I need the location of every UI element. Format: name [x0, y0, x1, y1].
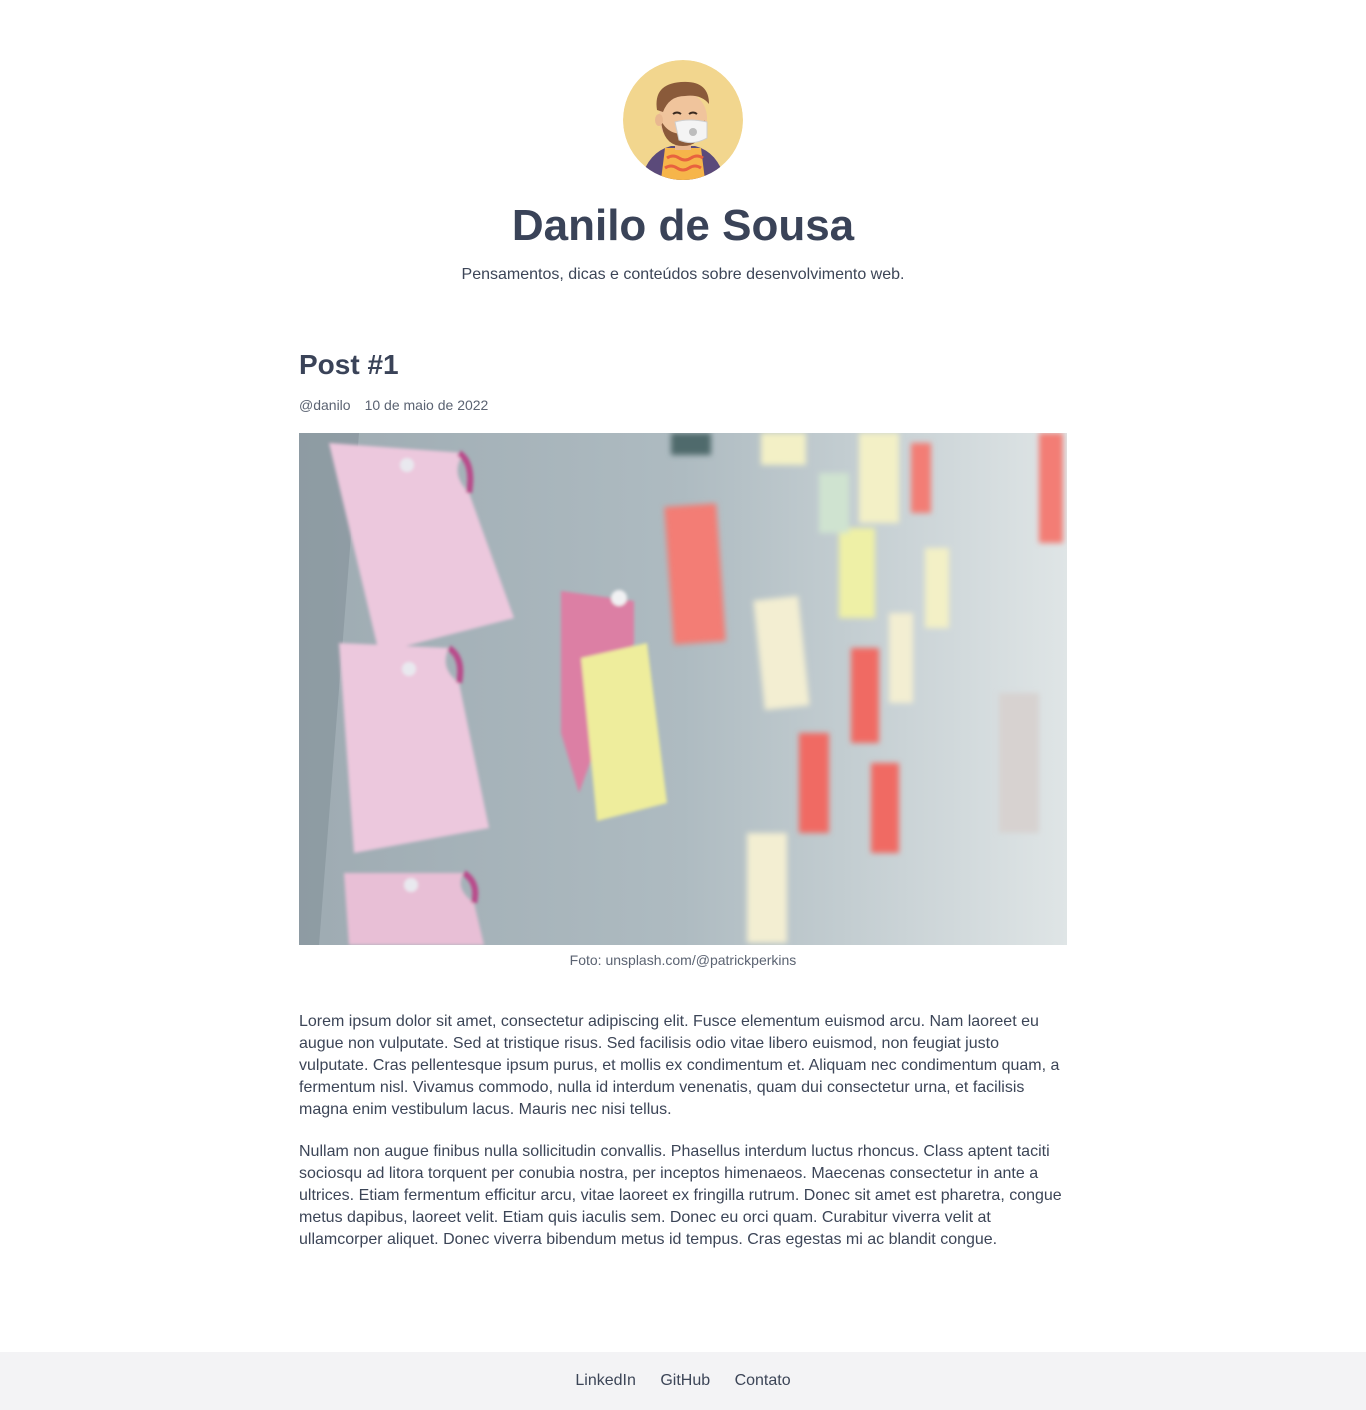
post-paragraph: Lorem ipsum dolor sit amet, consectetur …: [299, 1013, 1060, 1118]
footer-link-github[interactable]: GitHub: [660, 1352, 710, 1410]
site-title: Danilo de Sousa: [511, 201, 855, 250]
post-meta: @danilo 10 de maio de 2022: [299, 396, 1067, 414]
post-author: @danilo: [299, 397, 351, 413]
avatar-illustration: [623, 60, 743, 180]
post-paragraph: Nullam non augue finibus nulla sollicitu…: [299, 1143, 1062, 1248]
post-title: Post #1: [299, 349, 399, 380]
post-content: Lorem ipsum dolor sit amet, consectetur …: [299, 1011, 1067, 1251]
site-subtitle: Pensamentos, dicas e conteúdos sobre des…: [461, 266, 905, 283]
footer-link-contato[interactable]: Contato: [735, 1352, 791, 1410]
image-caption: Foto: unsplash.com/@patrickperkins: [569, 952, 797, 968]
site-footer: LinkedIn GitHub Contato: [0, 1352, 1366, 1410]
post-date: 10 de maio de 2022: [364, 397, 489, 413]
footer-link-linkedin[interactable]: LinkedIn: [575, 1352, 636, 1410]
post-article: Post #1 @danilo 10 de maio de 2022 Foto:…: [299, 340, 1067, 1271]
avatar: [623, 60, 743, 180]
post-image: [299, 433, 1067, 945]
